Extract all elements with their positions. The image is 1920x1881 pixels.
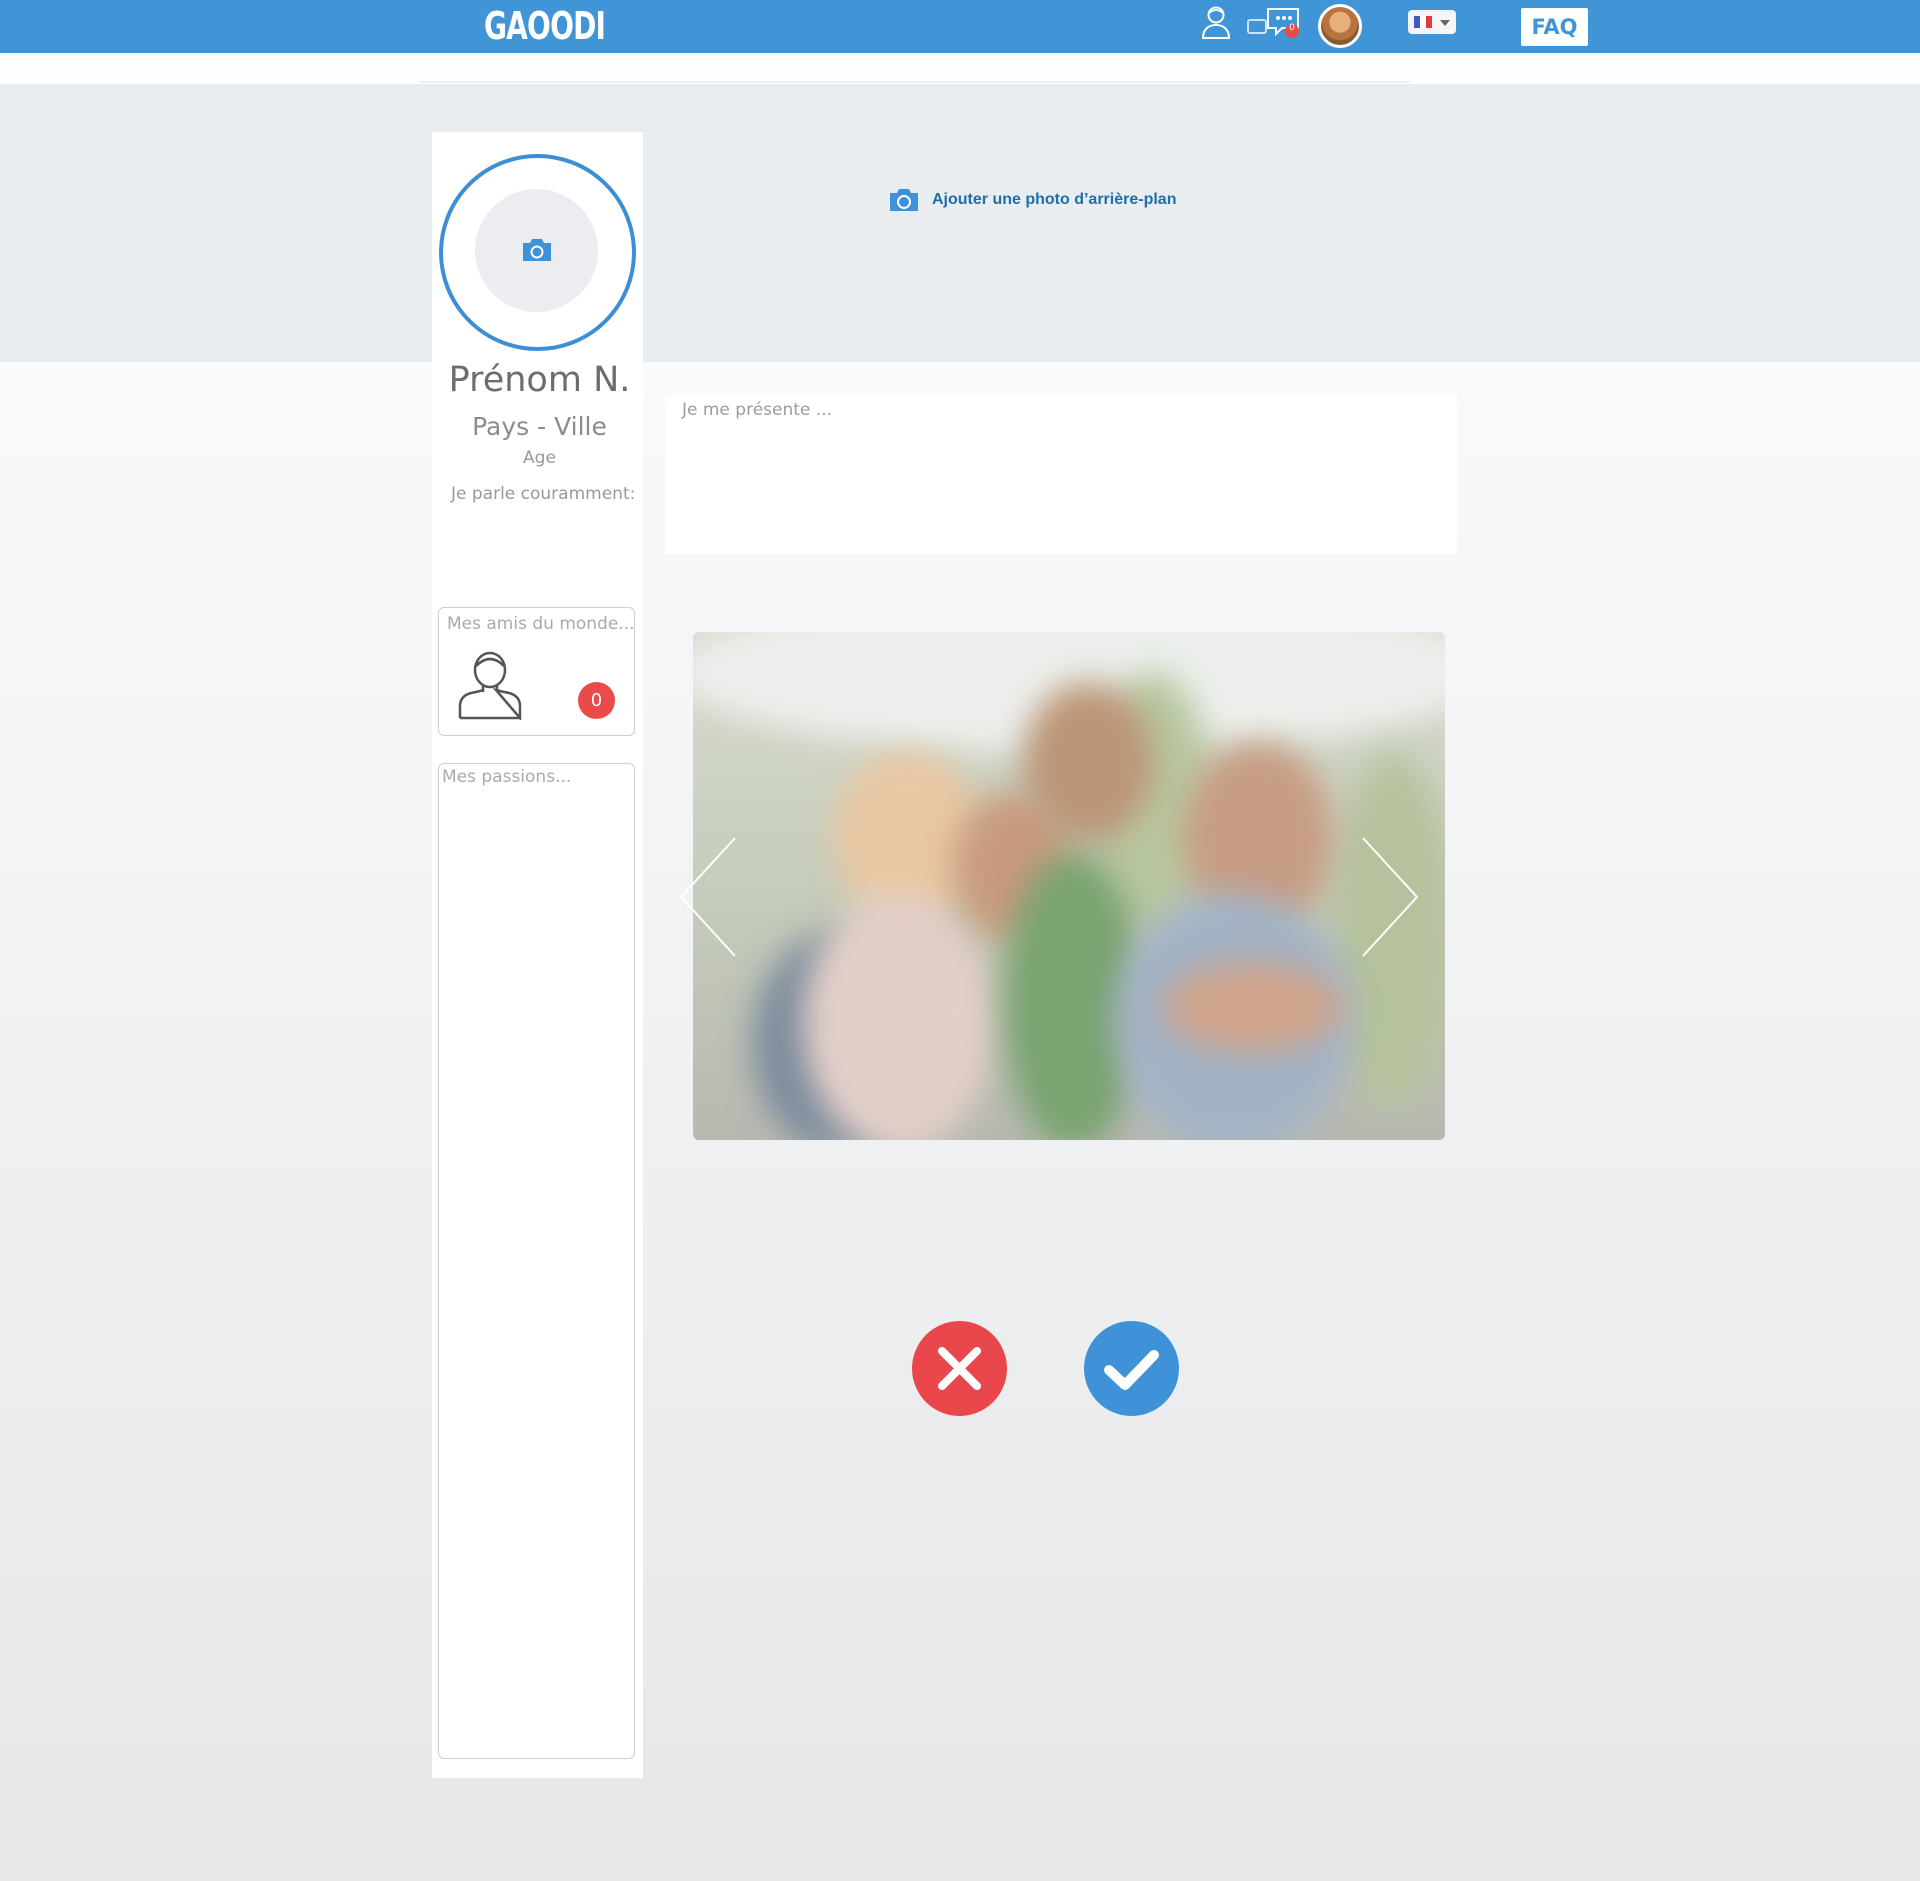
- passions-card[interactable]: [438, 763, 635, 1759]
- language-select[interactable]: [1408, 10, 1456, 34]
- add-background-label: Ajouter une photo d’arrière-plan: [932, 191, 1177, 208]
- top-navbar: GAOODI 0 FAQ: [0, 0, 1920, 53]
- passions-title: Mes passions...: [442, 767, 572, 787]
- divider: [420, 81, 1410, 83]
- chevron-right-icon[interactable]: [1359, 836, 1421, 962]
- faq-button[interactable]: FAQ: [1521, 8, 1588, 46]
- camera-icon: [890, 189, 918, 211]
- messages-badge: 0: [1289, 23, 1295, 33]
- check-icon: [1104, 1350, 1159, 1390]
- flag-fr-icon: [1414, 16, 1432, 28]
- languages-label: Je parle couramment:: [451, 484, 636, 504]
- messages-icon[interactable]: 0: [1246, 6, 1304, 46]
- chevron-left-icon[interactable]: [677, 836, 739, 962]
- close-icon: [938, 1347, 981, 1390]
- photo-carousel: [693, 632, 1445, 1140]
- friends-count-badge: 0: [578, 682, 615, 719]
- person-icon: [456, 648, 524, 724]
- add-background-photo-button[interactable]: Ajouter une photo d’arrière-plan: [888, 187, 1176, 213]
- logo[interactable]: GAOODI: [484, 0, 606, 53]
- reject-button[interactable]: [912, 1321, 1007, 1416]
- about-placeholder: Je me présente ...: [682, 400, 832, 420]
- cover-area: [0, 84, 1920, 362]
- profile-name: Prénom N.: [448, 360, 631, 400]
- accept-button[interactable]: [1084, 1321, 1179, 1416]
- user-icon[interactable]: [1199, 4, 1233, 44]
- profile-age: Age: [523, 448, 556, 468]
- profile-location: Pays - Ville: [472, 412, 607, 441]
- camera-icon[interactable]: [521, 238, 553, 266]
- friends-title: Mes amis du monde...: [447, 614, 635, 634]
- chevron-down-icon: [1440, 20, 1450, 26]
- avatar[interactable]: [1318, 4, 1362, 48]
